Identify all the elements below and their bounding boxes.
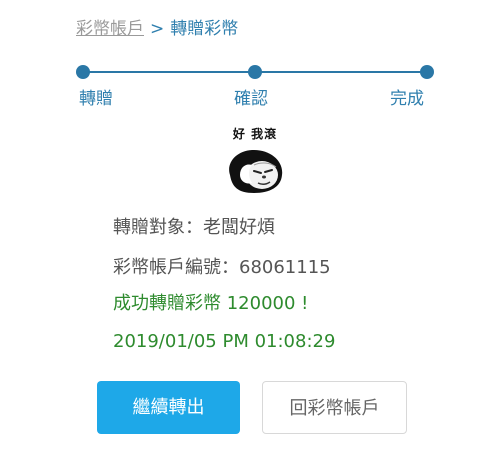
recipient-text: 轉贈對象：老闆好煩 bbox=[113, 217, 275, 238]
meme-sticker: 好 我滾 bbox=[222, 127, 288, 197]
step-dot-confirm bbox=[248, 65, 262, 79]
continue-transfer-button[interactable]: 繼續轉出 bbox=[97, 381, 240, 434]
account-number-text: 彩幣帳戶編號：68061115 bbox=[113, 257, 331, 278]
step-dot-complete bbox=[420, 65, 434, 79]
step-label-confirm: 確認 bbox=[234, 89, 268, 109]
step-label-complete: 完成 bbox=[390, 89, 424, 109]
transfer-success-message: 成功轉贈彩幣 120000 ! bbox=[113, 293, 309, 314]
breadcrumb: 彩幣帳戶 > 轉贈彩幣 bbox=[76, 17, 238, 41]
breadcrumb-separator: > bbox=[150, 19, 165, 39]
progress-stepper: 轉贈 確認 完成 bbox=[0, 60, 483, 120]
breadcrumb-link-coin-account[interactable]: 彩幣帳戶 bbox=[76, 19, 144, 39]
panda-rolling-meme-icon bbox=[229, 149, 283, 193]
breadcrumb-current: 轉贈彩幣 bbox=[170, 19, 239, 39]
step-dot-transfer bbox=[76, 65, 90, 79]
transfer-timestamp: 2019/01/05 PM 01:08:29 bbox=[113, 331, 336, 352]
meme-caption: 好 我滾 bbox=[232, 127, 278, 141]
step-label-transfer: 轉贈 bbox=[79, 89, 113, 109]
transfer-complete-page: 彩幣帳戶 > 轉贈彩幣 轉贈 確認 完成 好 我滾 轉贈對象：老闆好煩 彩幣帳戶… bbox=[0, 0, 483, 468]
back-to-coin-account-button[interactable]: 回彩幣帳戶 bbox=[262, 381, 407, 434]
